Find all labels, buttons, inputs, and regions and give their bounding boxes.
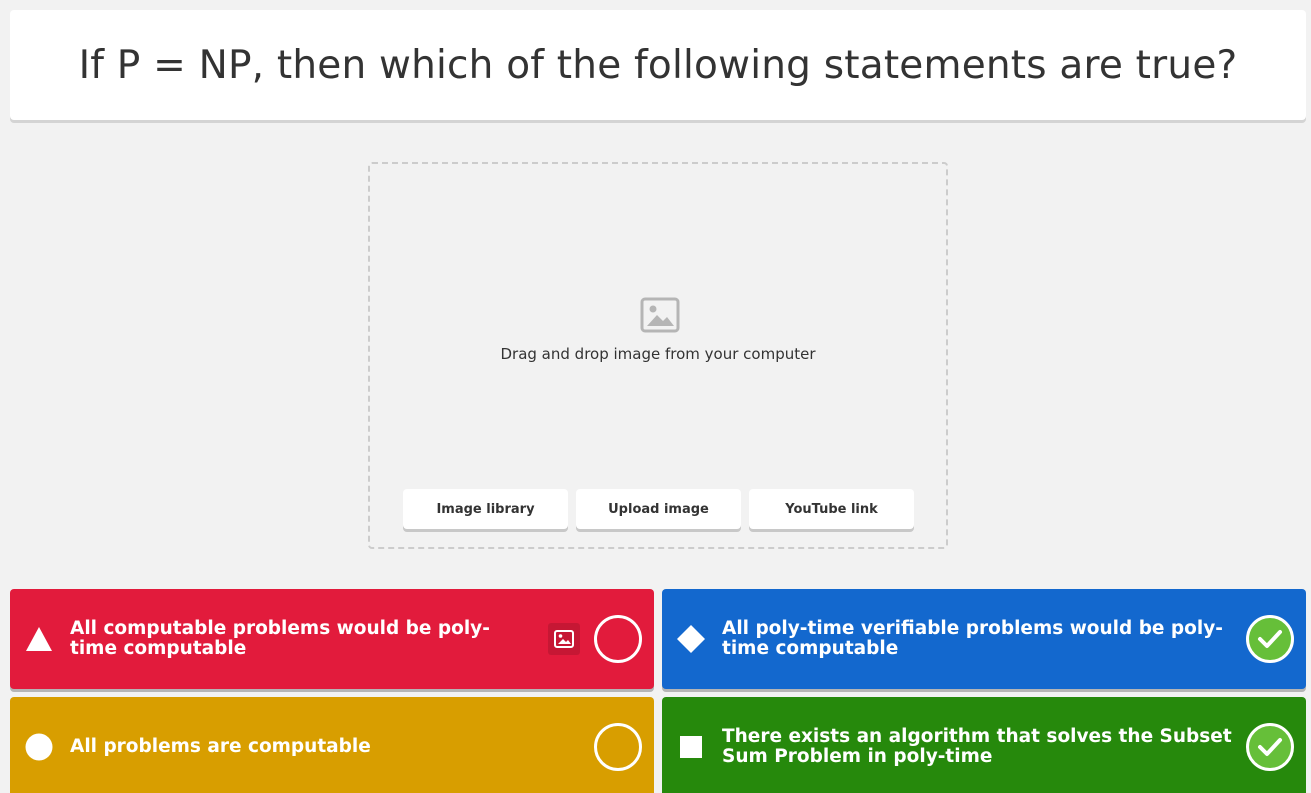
answer-text-2[interactable]: All poly-time verifiable problems would … bbox=[722, 619, 1242, 659]
question-bar[interactable]: If P = NP, then which of the following s… bbox=[10, 10, 1306, 120]
correct-answer-toggle[interactable] bbox=[594, 615, 642, 663]
answer-text-3[interactable]: All problems are computable bbox=[70, 737, 525, 757]
answer-option-1[interactable]: All computable problems would be poly-ti… bbox=[10, 589, 654, 689]
media-hint: Drag and drop image from your computer bbox=[500, 345, 816, 363]
correct-answer-toggle[interactable] bbox=[594, 723, 642, 771]
image-icon bbox=[640, 297, 680, 333]
answer-option-3[interactable]: All problems are computable bbox=[10, 697, 654, 793]
diamond-icon bbox=[677, 625, 705, 653]
checkmark-icon bbox=[1258, 738, 1282, 756]
answer-text-1[interactable]: All computable problems would be poly-ti… bbox=[70, 619, 525, 659]
correct-answer-toggle[interactable] bbox=[1246, 723, 1294, 771]
media-button-group: Image library Upload image YouTube link bbox=[403, 489, 914, 529]
add-image-button[interactable] bbox=[548, 623, 580, 655]
circle-icon bbox=[25, 733, 53, 761]
correct-answer-toggle[interactable] bbox=[1246, 615, 1294, 663]
image-library-button[interactable]: Image library bbox=[403, 489, 568, 529]
checkmark-icon bbox=[1258, 630, 1282, 648]
youtube-link-button[interactable]: YouTube link bbox=[749, 489, 914, 529]
question-title[interactable]: If P = NP, then which of the following s… bbox=[79, 43, 1238, 88]
image-icon bbox=[554, 630, 574, 648]
upload-image-button[interactable]: Upload image bbox=[576, 489, 741, 529]
answer-option-4[interactable]: There exists an algorithm that solves th… bbox=[662, 697, 1306, 793]
answer-text-4[interactable]: There exists an algorithm that solves th… bbox=[722, 727, 1242, 767]
media-drop-zone[interactable]: Drag and drop image from your computer I… bbox=[368, 162, 948, 549]
answer-option-2[interactable]: All poly-time verifiable problems would … bbox=[662, 589, 1306, 689]
triangle-icon bbox=[26, 627, 52, 651]
square-icon bbox=[680, 736, 702, 758]
